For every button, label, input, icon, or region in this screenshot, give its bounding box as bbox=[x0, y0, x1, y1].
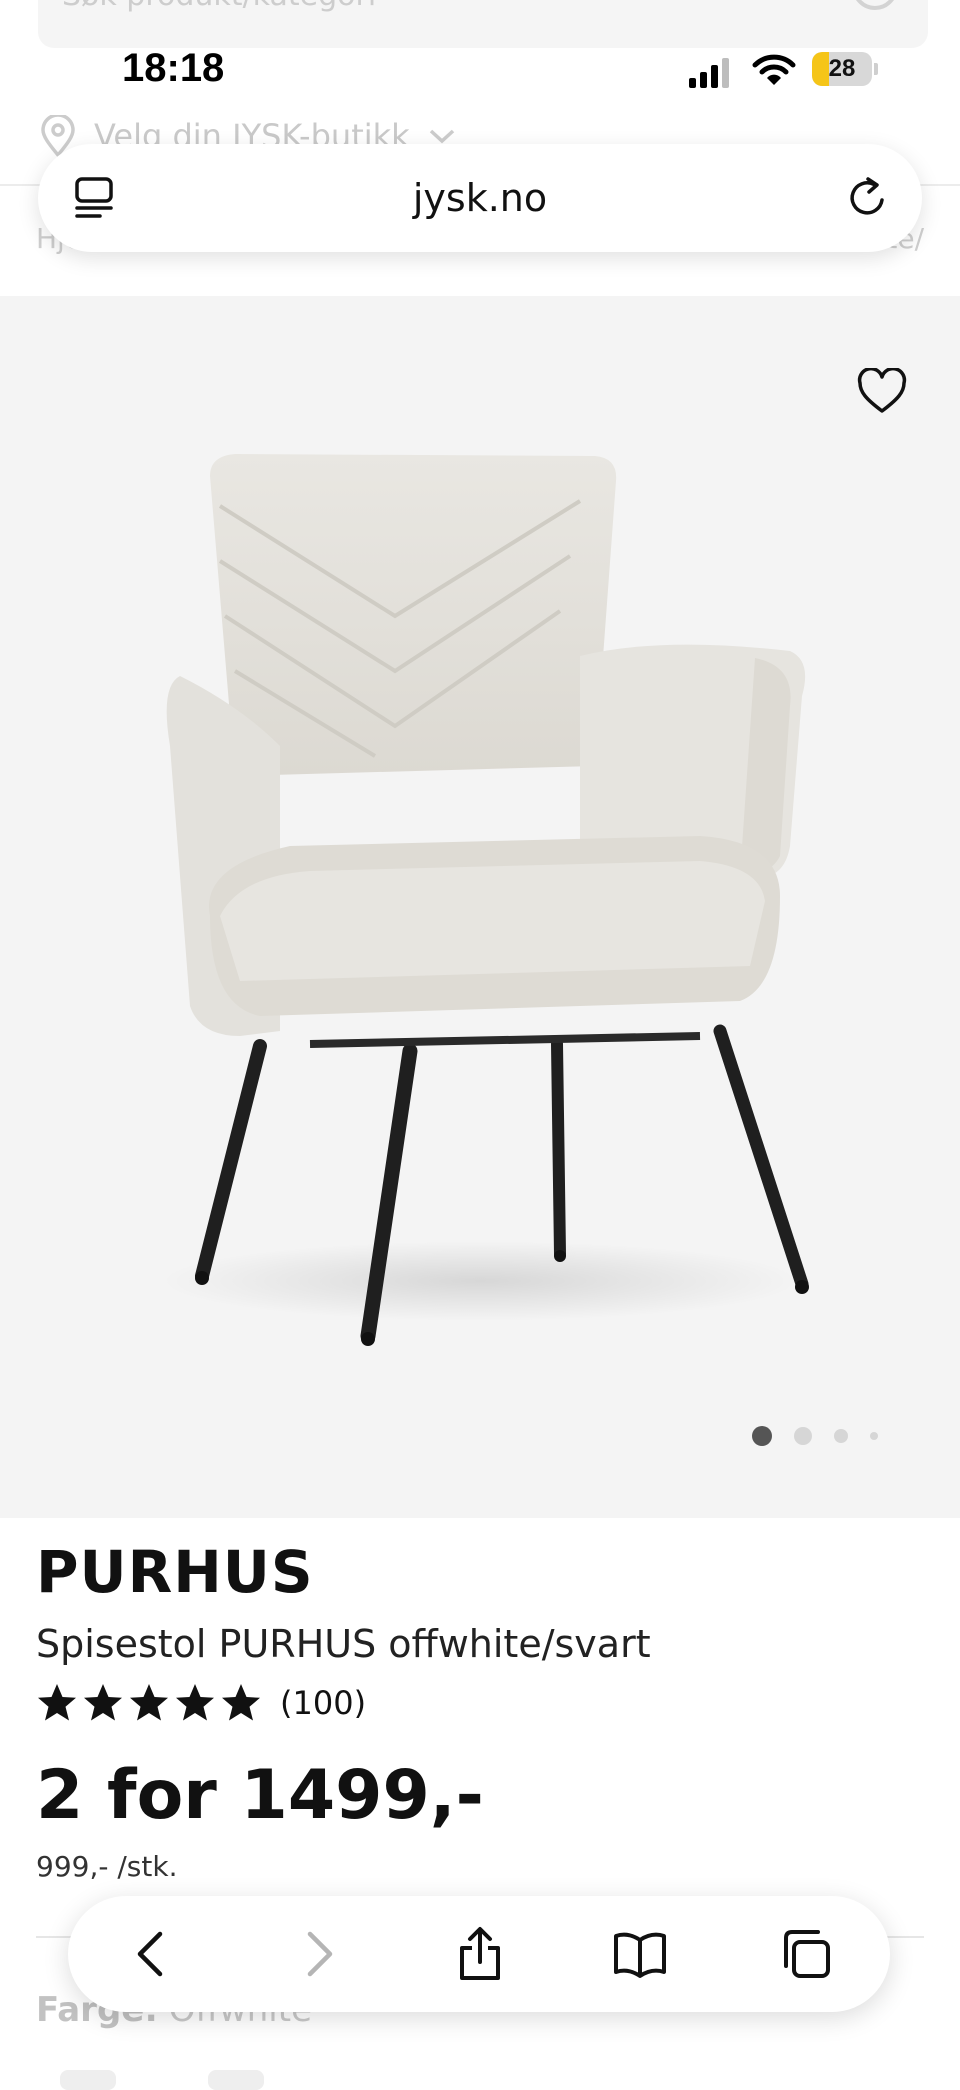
star-icon bbox=[130, 1684, 168, 1721]
product-brand: PURHUS bbox=[36, 1538, 314, 1606]
star-icon bbox=[176, 1684, 214, 1721]
status-bar: 18:18 28 bbox=[0, 0, 960, 140]
tabs-icon[interactable] bbox=[778, 1926, 834, 1982]
gallery-dot[interactable] bbox=[834, 1429, 848, 1443]
status-time: 18:18 bbox=[122, 46, 225, 90]
product-rating[interactable]: (100) bbox=[36, 1682, 366, 1724]
back-icon[interactable] bbox=[124, 1926, 180, 1982]
unit-price: 999,- /stk. bbox=[36, 1850, 178, 1883]
cellular-signal-icon bbox=[689, 58, 729, 88]
star-icon bbox=[84, 1684, 122, 1721]
product-image bbox=[160, 454, 809, 1346]
review-count[interactable]: (100) bbox=[280, 1684, 366, 1722]
bookmarks-icon[interactable] bbox=[612, 1926, 668, 1982]
heart-icon[interactable] bbox=[856, 368, 908, 416]
gallery-dot[interactable] bbox=[794, 1427, 812, 1445]
gallery-pagination[interactable] bbox=[752, 1426, 878, 1446]
gallery-dot[interactable] bbox=[752, 1426, 772, 1446]
battery-level: 28 bbox=[828, 55, 856, 82]
star-icon bbox=[38, 1684, 76, 1721]
color-swatch[interactable] bbox=[208, 2070, 264, 2090]
battery-indicator: 28 bbox=[812, 52, 878, 86]
address-bar[interactable]: jysk.no bbox=[38, 144, 922, 252]
color-swatch[interactable] bbox=[60, 2070, 116, 2090]
browser-toolbar bbox=[68, 1896, 890, 2012]
share-icon[interactable] bbox=[452, 1926, 508, 1982]
product-title: Spisestol PURHUS offwhite/svart bbox=[36, 1622, 651, 1666]
star-icon bbox=[222, 1684, 260, 1721]
rating-stars bbox=[36, 1682, 262, 1724]
product-price: 2 for 1499,- bbox=[36, 1756, 484, 1835]
product-image-gallery[interactable] bbox=[0, 296, 960, 1518]
url-domain[interactable]: jysk.no bbox=[38, 144, 922, 252]
gallery-dot[interactable] bbox=[870, 1432, 878, 1440]
reload-icon[interactable] bbox=[844, 174, 892, 222]
forward-icon[interactable] bbox=[290, 1926, 346, 1982]
wifi-icon bbox=[752, 54, 796, 85]
